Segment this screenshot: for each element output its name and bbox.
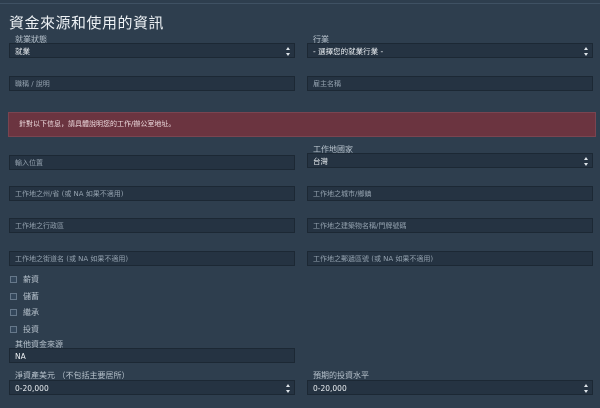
- postal-input[interactable]: 工作地之郵遞區號 (或 NA 如果不適用): [307, 251, 593, 266]
- checkbox-label: 繼承: [23, 307, 39, 317]
- select-arrows-icon: [583, 47, 588, 56]
- district-input[interactable]: 工作地之行政區: [9, 218, 295, 233]
- state-input[interactable]: 工作地之州/省 (或 NA 如果不適用): [9, 186, 295, 201]
- select-arrows-icon: [583, 157, 588, 166]
- work-country-select[interactable]: 台灣: [307, 153, 593, 168]
- employer-input[interactable]: 雇主名稱: [307, 76, 593, 91]
- select-arrows-icon: [583, 384, 588, 393]
- location-input[interactable]: 輸入位置: [9, 155, 295, 170]
- expected-investment-select[interactable]: 0-20,000: [307, 380, 593, 395]
- checkbox-box[interactable]: [10, 275, 17, 283]
- checkbox-label: 儲蓄: [23, 291, 39, 301]
- position-input[interactable]: 職稱 / 說明: [9, 76, 295, 91]
- building-input[interactable]: 工作地之建築物名稱/門牌號碼: [307, 218, 593, 233]
- checkbox-label: 投資: [23, 324, 39, 334]
- checkbox-savings[interactable]: 儲蓄: [10, 291, 39, 301]
- industry-select[interactable]: - 選擇您的就業行業 -: [307, 43, 593, 58]
- checkbox-inheritance[interactable]: 繼承: [10, 307, 39, 317]
- checkbox-salary[interactable]: 薪資: [10, 274, 39, 284]
- checkbox-investment[interactable]: 投資: [10, 324, 39, 334]
- expected-investment-value: 0-20,000: [313, 384, 347, 393]
- industry-value: - 選擇您的就業行業 -: [313, 47, 384, 56]
- select-arrows-icon: [285, 384, 290, 393]
- checkbox-box[interactable]: [10, 325, 17, 333]
- employment-status-select[interactable]: 就業: [9, 43, 295, 58]
- city-input[interactable]: 工作地之城市/鄉鎮: [307, 186, 593, 201]
- select-arrows-icon: [285, 47, 290, 56]
- address-alert: 針對以下信息，請具體說明您的工作/辦公室地址。: [8, 112, 596, 137]
- work-country-value: 台灣: [313, 157, 328, 166]
- street-input[interactable]: 工作地之街道名 (或 NA 如果不適用): [9, 251, 295, 266]
- net-worth-value: 0-20,000: [15, 384, 49, 393]
- employment-status-value: 就業: [15, 47, 30, 56]
- other-source-input[interactable]: NA: [9, 348, 295, 363]
- net-worth-select[interactable]: 0-20,000: [9, 380, 295, 395]
- checkbox-label: 薪資: [23, 274, 39, 284]
- top-divider: [0, 3, 600, 4]
- checkbox-box[interactable]: [10, 308, 17, 316]
- checkbox-box[interactable]: [10, 292, 17, 300]
- page-title: 資金來源和使用的資訊: [9, 14, 165, 32]
